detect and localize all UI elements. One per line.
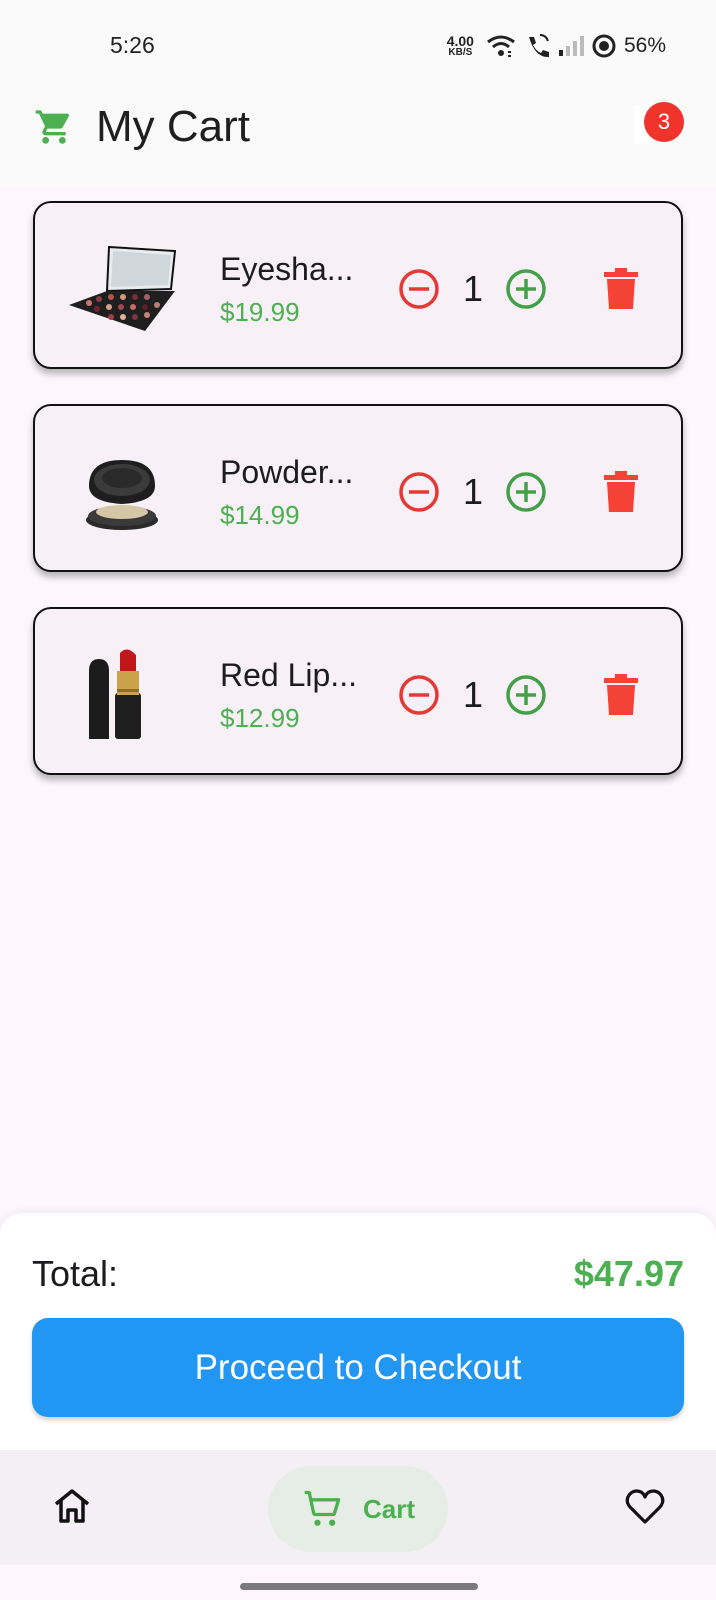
- cart-icon: [35, 110, 70, 144]
- delete-icon[interactable]: [601, 267, 641, 311]
- powder-compact-image: [86, 460, 158, 530]
- decrease-quantity-button[interactable]: [397, 470, 441, 514]
- cart-item: Red Lip... $12.99 1: [33, 607, 683, 775]
- increase-quantity-button[interactable]: [504, 470, 548, 514]
- red-lipstick-image: [89, 649, 141, 739]
- eyeshadow-palette-image: [69, 245, 177, 331]
- wifi-icon: [487, 35, 515, 57]
- status-indicators: 4.00 KB/S 56%: [447, 30, 666, 62]
- net-speed: 4.00 KB/S: [447, 34, 474, 58]
- wifi-call-icon: [528, 34, 549, 58]
- nav-item-cart[interactable]: Cart: [268, 1466, 448, 1552]
- page-title: My Cart: [96, 102, 250, 151]
- cart-count-badge[interactable]: 3: [644, 102, 684, 142]
- checkout-button[interactable]: Proceed to Checkout: [32, 1318, 684, 1417]
- app-header: My Cart 3: [0, 86, 716, 186]
- cart-item: Powder... $14.99 1: [33, 404, 683, 572]
- status-bar: 5:26 4.00 KB/S 56%: [0, 0, 716, 86]
- quantity-value: 1: [462, 268, 484, 309]
- bottom-navigation: Cart: [0, 1450, 716, 1565]
- total-label: Total:: [32, 1253, 119, 1294]
- nav-item-cart-label: Cart: [362, 1493, 415, 1524]
- increase-quantity-button[interactable]: [504, 673, 548, 717]
- delete-icon[interactable]: [601, 673, 641, 717]
- heart-icon[interactable]: [624, 1486, 666, 1528]
- gesture-navigation-bar[interactable]: [240, 1583, 478, 1590]
- item-price: $12.99: [220, 703, 300, 733]
- item-price: $14.99: [220, 500, 300, 530]
- increase-quantity-button[interactable]: [504, 267, 548, 311]
- checkout-button-label: Proceed to Checkout: [194, 1347, 522, 1387]
- net-speed-unit: KB/S: [448, 47, 473, 58]
- status-time: 5:26: [110, 32, 155, 58]
- battery-level: 56%: [623, 34, 666, 57]
- signal-icon: [558, 36, 584, 56]
- item-price: $19.99: [220, 297, 300, 327]
- order-summary-panel: Total: $47.97 Proceed to Checkout: [0, 1213, 716, 1450]
- item-name: Red Lip...: [220, 657, 357, 693]
- delete-icon[interactable]: [601, 470, 641, 514]
- item-name: Powder...: [220, 454, 354, 490]
- home-icon[interactable]: [52, 1486, 92, 1526]
- cart-item: Eyesha... $19.99 1: [33, 201, 683, 369]
- battery-saver-icon: [592, 34, 616, 58]
- decrease-quantity-button[interactable]: [397, 673, 441, 717]
- cart-icon: [304, 1490, 341, 1526]
- decrease-quantity-button[interactable]: [397, 267, 441, 311]
- quantity-value: 1: [462, 471, 484, 512]
- item-name: Eyesha...: [220, 251, 354, 287]
- total-value: $47.97: [573, 1253, 684, 1294]
- quantity-value: 1: [462, 674, 484, 715]
- net-speed-value: 4.00: [446, 33, 474, 49]
